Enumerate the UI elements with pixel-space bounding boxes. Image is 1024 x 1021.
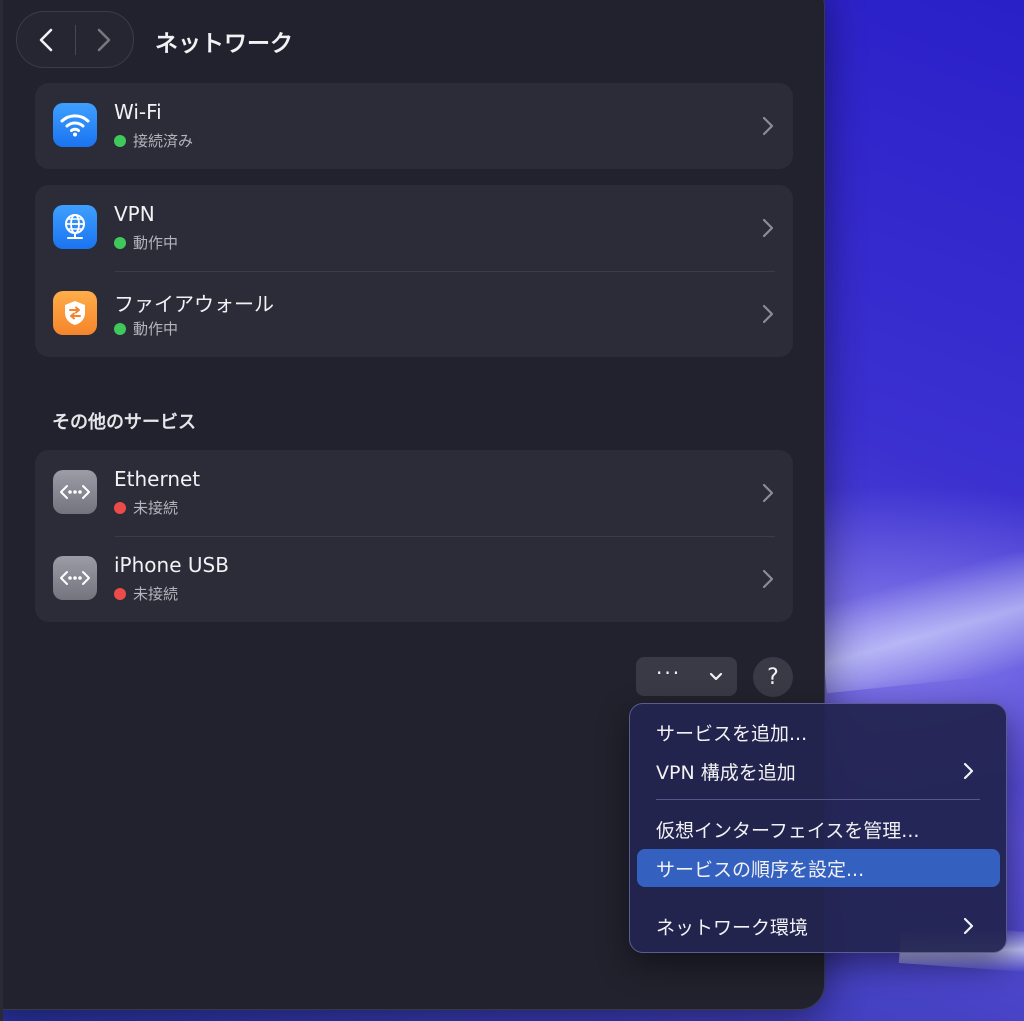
ellipsis-icon: ··· <box>656 660 682 685</box>
other-services-group: Ethernet 未接続 iPhone USB 未接続 <box>35 450 793 622</box>
service-status: 未接続 <box>114 583 178 604</box>
chevron-right-icon <box>762 569 774 589</box>
sidebar-edge <box>0 0 3 1021</box>
wallpaper-streak <box>814 546 1024 694</box>
status-dot-connected <box>114 322 126 335</box>
wifi-group: Wi-Fi 接続済み <box>35 83 793 169</box>
chevron-right-icon <box>762 116 774 136</box>
chevron-right-icon <box>963 917 974 935</box>
menu-item-network-location[interactable]: ネットワーク環境 <box>637 907 1000 945</box>
service-row-vpn[interactable]: VPN 動作中 <box>35 185 793 271</box>
security-group: VPN 動作中 ファイアウォール 動作中 <box>35 185 793 357</box>
section-header-other-services: その他のサービス <box>52 412 196 433</box>
service-row-firewall[interactable]: ファイアウォール 動作中 <box>35 271 793 357</box>
ethernet-icon <box>53 556 97 600</box>
more-actions-menu: サービスを追加... VPN 構成を追加 仮想インターフェイスを管理... サー… <box>629 703 1007 953</box>
service-row-ethernet[interactable]: Ethernet 未接続 <box>35 450 793 536</box>
service-status: 動作中 <box>114 232 178 253</box>
forward-button[interactable] <box>75 12 133 67</box>
chevron-right-icon <box>762 483 774 503</box>
chevron-down-icon <box>709 672 723 680</box>
chevron-right-icon <box>963 762 974 780</box>
service-row-iphone-usb[interactable]: iPhone USB 未接続 <box>35 536 793 622</box>
service-name: ファイアウォール <box>114 292 274 316</box>
navigation-buttons <box>16 11 134 68</box>
wifi-icon <box>53 103 97 147</box>
service-status: 未接続 <box>114 497 178 518</box>
menu-item-label: VPN 構成を追加 <box>656 761 796 784</box>
status-text: 動作中 <box>133 234 179 252</box>
firewall-icon <box>53 291 97 335</box>
more-actions-button[interactable]: ··· <box>636 657 737 696</box>
status-dot-disconnected <box>114 587 126 600</box>
service-name: iPhone USB <box>114 553 229 577</box>
menu-item-manage-virtual-interfaces[interactable]: 仮想インターフェイスを管理... <box>637 810 1000 848</box>
chevron-right-icon <box>762 304 774 324</box>
page-title: ネットワーク <box>155 31 293 57</box>
menu-separator <box>656 799 980 800</box>
service-status: 動作中 <box>114 318 178 339</box>
menu-item-set-service-order[interactable]: サービスの順序を設定... <box>637 849 1000 887</box>
menu-item-add-vpn-config[interactable]: VPN 構成を追加 <box>637 752 1000 790</box>
status-text: 動作中 <box>133 320 179 338</box>
menu-item-label: ネットワーク環境 <box>656 916 809 939</box>
status-dot-connected <box>114 134 126 147</box>
menu-item-label: サービスを追加... <box>656 722 808 745</box>
menu-item-label: サービスの順序を設定... <box>656 858 865 881</box>
status-dot-connected <box>114 236 126 249</box>
status-dot-disconnected <box>114 501 126 514</box>
ethernet-icon <box>53 470 97 514</box>
chevron-right-icon <box>97 28 111 51</box>
service-row-wifi[interactable]: Wi-Fi 接続済み <box>35 83 793 169</box>
menu-item-add-service[interactable]: サービスを追加... <box>637 713 1000 751</box>
back-button[interactable] <box>17 12 75 67</box>
service-name: Ethernet <box>114 467 201 491</box>
globe-icon <box>53 205 97 249</box>
status-text: 未接続 <box>133 499 179 517</box>
chevron-left-icon <box>39 28 53 51</box>
menu-item-label: 仮想インターフェイスを管理... <box>656 819 920 842</box>
service-name: VPN <box>114 202 155 226</box>
service-status: 接続済み <box>114 130 193 151</box>
status-text: 未接続 <box>133 585 179 603</box>
service-name: Wi-Fi <box>114 100 162 124</box>
help-button[interactable]: ? <box>753 657 793 697</box>
status-text: 接続済み <box>133 132 194 150</box>
chevron-right-icon <box>762 218 774 238</box>
